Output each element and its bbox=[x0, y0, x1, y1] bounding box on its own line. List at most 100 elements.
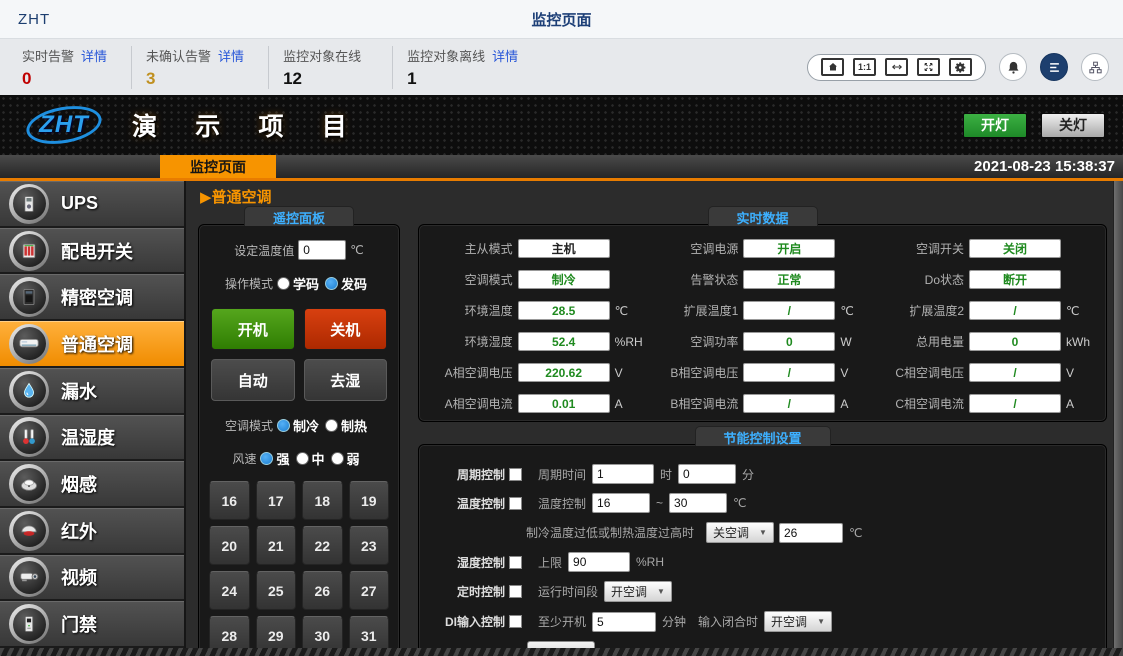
sidebar-item[interactable]: 配电开关 bbox=[0, 228, 184, 275]
fit-width-icon[interactable] bbox=[885, 58, 908, 76]
light-on-button[interactable]: 开灯 bbox=[963, 113, 1027, 138]
sidebar-item[interactable]: 门禁 bbox=[0, 601, 184, 648]
radio-button[interactable] bbox=[277, 419, 290, 432]
humidity-limit-input[interactable] bbox=[568, 552, 630, 572]
sitemap-icon bbox=[1088, 60, 1103, 75]
di-control-checkbox[interactable] bbox=[509, 615, 522, 628]
sidebar-item[interactable]: 温湿度 bbox=[0, 415, 184, 462]
settings-icon[interactable] bbox=[949, 58, 972, 76]
content: UPS 配电开关 精密空调 普通空调 漏水 bbox=[0, 181, 1123, 648]
submit-button[interactable]: 提交 bbox=[527, 641, 595, 648]
humidity-control-checkbox[interactable] bbox=[509, 556, 522, 569]
scrollbar-track[interactable] bbox=[1113, 181, 1123, 648]
remote-button[interactable]: 去湿 bbox=[304, 359, 388, 401]
field-value: 断开 bbox=[969, 270, 1061, 289]
cycle-minute-input[interactable] bbox=[678, 464, 736, 484]
field-label: 扩展温度2 bbox=[872, 302, 964, 319]
temp-key[interactable]: 26 bbox=[302, 571, 343, 610]
temp-key[interactable]: 20 bbox=[209, 526, 250, 565]
radio-button[interactable] bbox=[325, 419, 338, 432]
sidebar-item-label: 红外 bbox=[61, 518, 97, 544]
stat-detail-link[interactable]: 详情 bbox=[81, 49, 107, 64]
temp-key[interactable]: 16 bbox=[209, 481, 250, 520]
sidebar-item-label: 视频 bbox=[61, 564, 97, 590]
main-area: ▶普通空调 遥控面板 设定温度值 ℃ 操作模式 学码发码 bbox=[186, 181, 1113, 648]
tab-monitor-page[interactable]: 监控页面 bbox=[160, 155, 276, 178]
temp-low-input[interactable] bbox=[592, 493, 650, 513]
stat-label: 监控对象离线 bbox=[407, 49, 485, 64]
one-to-one-icon[interactable]: 1:1 bbox=[853, 58, 876, 76]
radio-button[interactable] bbox=[260, 452, 273, 465]
light-off-button[interactable]: 关灯 bbox=[1041, 113, 1105, 138]
sidebar-item-label: 温湿度 bbox=[61, 424, 115, 450]
radio-button[interactable] bbox=[277, 277, 290, 290]
field-value: 主机 bbox=[518, 239, 610, 258]
temp-key[interactable]: 23 bbox=[349, 526, 390, 565]
temp-control-checkbox[interactable] bbox=[509, 497, 522, 510]
sidebar-item[interactable]: UPS bbox=[0, 181, 184, 228]
field-value: 28.5 bbox=[518, 301, 610, 320]
field-value: 52.4 bbox=[518, 332, 610, 351]
home-icon[interactable] bbox=[821, 58, 844, 76]
temp-control-label: 温度控制 bbox=[433, 495, 505, 512]
radio-button[interactable] bbox=[325, 277, 338, 290]
temp-key[interactable]: 29 bbox=[256, 616, 297, 648]
field-unit: ℃ bbox=[840, 304, 872, 318]
field-value: 开启 bbox=[743, 239, 835, 258]
temp-key[interactable]: 28 bbox=[209, 616, 250, 648]
temp-key[interactable]: 27 bbox=[349, 571, 390, 610]
realtime-panel-tab: 实时数据 bbox=[707, 206, 817, 226]
stat-detail-link[interactable]: 详情 bbox=[492, 49, 518, 64]
remote-button[interactable]: 自动 bbox=[211, 359, 295, 401]
sidebar-item[interactable]: 普通空调 bbox=[0, 321, 184, 368]
op-mode-label: 操作模式 bbox=[225, 275, 273, 292]
temp-key[interactable]: 19 bbox=[349, 481, 390, 520]
temp-key[interactable]: 25 bbox=[256, 571, 297, 610]
set-temp-input[interactable] bbox=[298, 240, 346, 260]
field-label: 空调开关 bbox=[872, 240, 964, 257]
toolbar-right: 1:1 bbox=[807, 53, 1123, 81]
temp-key[interactable]: 30 bbox=[302, 616, 343, 648]
radio-button[interactable] bbox=[331, 452, 344, 465]
temp-key[interactable]: 21 bbox=[256, 526, 297, 565]
cycle-hour-input[interactable] bbox=[592, 464, 654, 484]
sidebar-item[interactable]: 精密空调 bbox=[0, 274, 184, 321]
di-action-select[interactable]: 开空调▼ bbox=[764, 611, 832, 632]
realtime-field: B相空调电流 / A bbox=[647, 394, 873, 413]
temp-action-select[interactable]: 关空调▼ bbox=[706, 522, 774, 543]
field-unit: V bbox=[840, 366, 872, 380]
sidebar-item[interactable]: 烟感 bbox=[0, 461, 184, 508]
radio-label: 制冷 bbox=[293, 416, 319, 435]
temp-key[interactable]: 22 bbox=[302, 526, 343, 565]
remote-control-panel: 遥控面板 设定温度值 ℃ 操作模式 学码发码 开机关机自动去湿 空调模式 bbox=[198, 224, 400, 648]
remote-button[interactable]: 开机 bbox=[211, 308, 295, 350]
di-minutes-input[interactable] bbox=[592, 612, 656, 632]
realtime-field: A相空调电流 0.01 A bbox=[421, 394, 647, 413]
cycle-time-label: 周期时间 bbox=[538, 466, 586, 483]
temp-action-input[interactable] bbox=[779, 523, 843, 543]
sidebar-item[interactable]: 红外 bbox=[0, 508, 184, 555]
field-label: 环境温度 bbox=[421, 302, 513, 319]
temp-key[interactable]: 17 bbox=[256, 481, 297, 520]
sidebar-item[interactable]: 视频 bbox=[0, 555, 184, 602]
temp-key[interactable]: 31 bbox=[349, 616, 390, 648]
timer-select[interactable]: 开空调▼ bbox=[604, 581, 672, 602]
temp-high-input[interactable] bbox=[669, 493, 727, 513]
circle-buttons bbox=[999, 53, 1109, 81]
radio-button[interactable] bbox=[296, 452, 309, 465]
realtime-field: 主从模式 主机 bbox=[421, 239, 647, 258]
realtime-field: 告警状态 正常 bbox=[647, 270, 873, 289]
field-value: 220.62 bbox=[518, 363, 610, 382]
temp-humidity-icon bbox=[13, 421, 46, 454]
fullscreen-icon[interactable] bbox=[917, 58, 940, 76]
timer-control-checkbox[interactable] bbox=[509, 585, 522, 598]
field-unit: %RH bbox=[615, 335, 647, 349]
cycle-control-checkbox[interactable] bbox=[509, 468, 522, 481]
stat-value: 12 bbox=[283, 69, 368, 89]
temp-key[interactable]: 18 bbox=[302, 481, 343, 520]
remote-button[interactable]: 关机 bbox=[304, 308, 388, 350]
sidebar-item[interactable]: 漏水 bbox=[0, 368, 184, 415]
sidebar-item-label: 普通空调 bbox=[61, 331, 133, 357]
stat-detail-link[interactable]: 详情 bbox=[218, 49, 244, 64]
temp-key[interactable]: 24 bbox=[209, 571, 250, 610]
